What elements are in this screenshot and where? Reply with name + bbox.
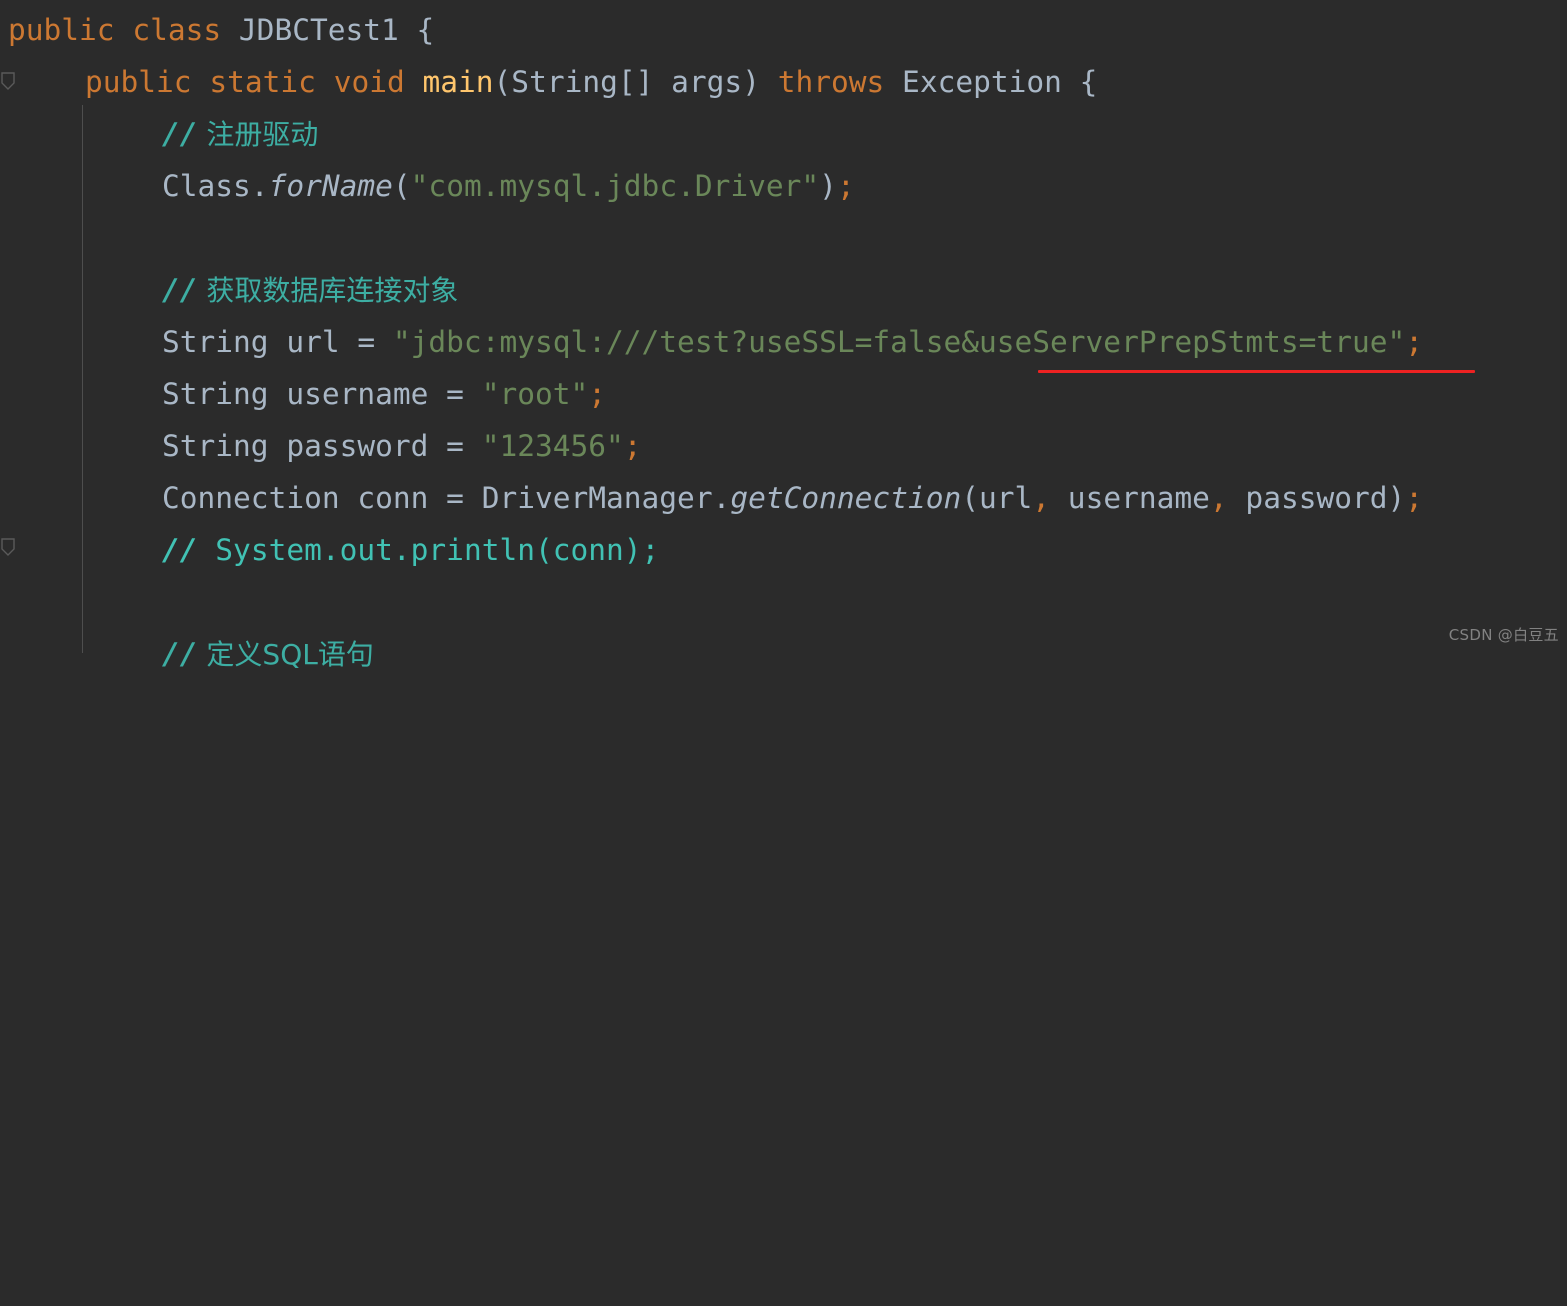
code-line-9[interactable]: String password = "123456"; [162,420,642,472]
token-keyword: void [333,65,405,99]
code-line-1[interactable]: public class JDBCTest1 { [8,4,434,56]
code-line-3[interactable]: // 注册驱动 [162,108,318,160]
token-semicolon: ; [1405,481,1424,515]
error-underline-marker [1038,370,1475,373]
code-line-10[interactable]: Connection conn = DriverManager.getConne… [162,472,1423,524]
token-semicolon: ; [623,429,642,463]
token-keyword: throws [777,65,885,99]
token-declaration: String url = [162,325,393,359]
token-method-call: forName [268,169,393,203]
token-keyword: static [209,65,316,99]
code-line-13[interactable]: // 定义SQL语句 [162,628,374,680]
token-comment-marker: // [162,533,198,567]
code-line-11[interactable]: // System.out.println(conn); [162,524,659,576]
token-declaration: String username = [162,377,482,411]
token-comment-marker: // [162,117,198,151]
token-exception: Exception { [884,65,1098,99]
token-semicolon: ; [588,377,607,411]
token-arg: username [1050,481,1210,515]
token-semicolon: ; [836,169,855,203]
token-string: "123456" [481,429,624,463]
token-string: "jdbc:mysql:///test?useSSL=false&useServ… [392,325,1406,359]
token-declaration: String password = [162,429,482,463]
token-arg: (url [961,481,1033,515]
token-class-name: JDBCTest1 [238,13,399,47]
token-paren: ) [819,169,837,203]
token-method-call: getConnection [730,481,962,515]
token-comment-text: System.out.println(conn); [197,533,660,567]
token-class-ref: Class. [162,169,269,203]
code-editor[interactable]: public class JDBCTest1 { public static v… [0,0,1567,671]
token-comment-text: 定义SQL语句 [197,638,374,671]
code-line-7[interactable]: String url = "jdbc:mysql:///test?useSSL=… [162,316,1423,368]
token-method-name: main [422,65,494,99]
token-comma: , [1032,481,1051,515]
token-arg: password) [1227,481,1406,515]
token-comma: , [1209,481,1228,515]
token-keyword: public [85,65,192,99]
token-semicolon: ; [1405,325,1424,359]
token-keyword: class [132,13,222,47]
code-line-4[interactable]: Class.forName("com.mysql.jdbc.Driver"); [162,160,855,212]
token-comment-marker: // [162,637,198,671]
token-comment-text: 获取数据库连接对象 [197,274,459,307]
token-paren: ( [392,169,411,203]
token-string: "com.mysql.jdbc.Driver" [410,169,820,203]
token-comment-marker: // [162,273,198,307]
csdn-watermark: CSDN @白豆五 [1448,626,1559,644]
code-line-6[interactable]: // 获取数据库连接对象 [162,264,458,316]
code-line-2[interactable]: public static void main(String[] args) t… [85,56,1097,108]
code-line-8[interactable]: String username = "root"; [162,368,606,420]
token-string: "root" [481,377,589,411]
token-brace: { [398,13,435,47]
token-comment-text: 注册驱动 [197,118,319,151]
token-declaration: Connection conn = DriverManager. [162,481,731,515]
code-content[interactable]: public class JDBCTest1 { public static v… [0,0,1567,671]
token-keyword: public [8,13,115,47]
token-params: (String[] args) [493,65,778,99]
